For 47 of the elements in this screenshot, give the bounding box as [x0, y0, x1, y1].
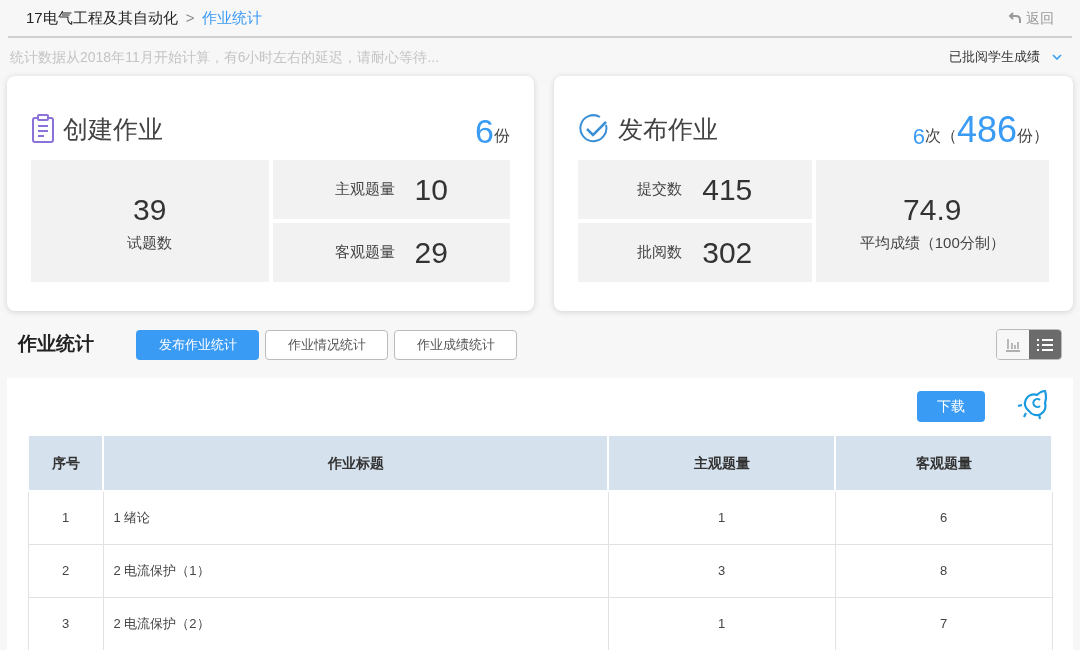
stat-label: 提交数: [637, 179, 683, 200]
bar-chart-icon: [1005, 337, 1021, 352]
table-cell: 3: [608, 544, 835, 597]
table-cell: 8: [835, 544, 1052, 597]
section-title: 作业统计: [18, 332, 95, 357]
total-questions-label: 试题数: [127, 233, 173, 254]
homework-count: 6: [475, 114, 494, 148]
chevron-down-icon: [1052, 54, 1062, 60]
table-cell: 3: [28, 597, 103, 650]
table-cell: 2 电流保护（1）: [103, 544, 608, 597]
list-icon: [1036, 337, 1054, 352]
table-cell: 6: [835, 491, 1052, 544]
card-title: 发布作业: [618, 113, 718, 145]
stat-value: 302: [702, 235, 753, 271]
table-cell: 1: [28, 491, 103, 544]
stat-label: 主观题量: [334, 179, 395, 200]
stat-label: 批阅数: [637, 242, 683, 263]
clipboard-icon: [31, 114, 55, 145]
times-unit: 次: [924, 126, 941, 146]
column-header: 主观题量: [608, 435, 835, 491]
stat-value: 10: [414, 172, 448, 208]
published-count: 486: [956, 112, 1017, 148]
breadcrumb-current: 作业统计: [202, 7, 263, 28]
stat-label: 客观题量: [334, 242, 395, 263]
back-arrow-icon: [1008, 11, 1022, 25]
average-score-value: 74.9: [903, 192, 962, 229]
table-cell: 1 绪论: [103, 491, 608, 544]
filter-dropdown[interactable]: 已批阅学生成绩: [949, 47, 1070, 67]
column-header: 作业标题: [103, 435, 608, 491]
average-score-label: 平均成绩（100分制）: [859, 233, 1005, 254]
open-paren: （: [940, 127, 957, 146]
stat-value: 415: [702, 172, 753, 208]
card-title: 创建作业: [63, 113, 163, 145]
breadcrumb-link[interactable]: 17电气工程及其自动化: [26, 6, 178, 30]
view-toggle-button[interactable]: [1029, 330, 1061, 359]
stat-value: 29: [414, 235, 448, 271]
breadcrumb-separator: >: [185, 7, 195, 28]
table-cell: 2: [28, 544, 103, 597]
total-questions-value: 39: [133, 192, 167, 229]
stats-tab[interactable]: 作业情况统计: [265, 329, 388, 360]
column-header: 序号: [28, 435, 103, 491]
count-unit: 份: [494, 127, 510, 146]
table-cell: 1: [608, 491, 835, 544]
count-unit: 份）: [1017, 127, 1049, 146]
stats-tab[interactable]: 作业成绩统计: [394, 329, 517, 360]
column-header: 客观题量: [835, 435, 1052, 491]
publish-times: 6: [912, 126, 925, 148]
